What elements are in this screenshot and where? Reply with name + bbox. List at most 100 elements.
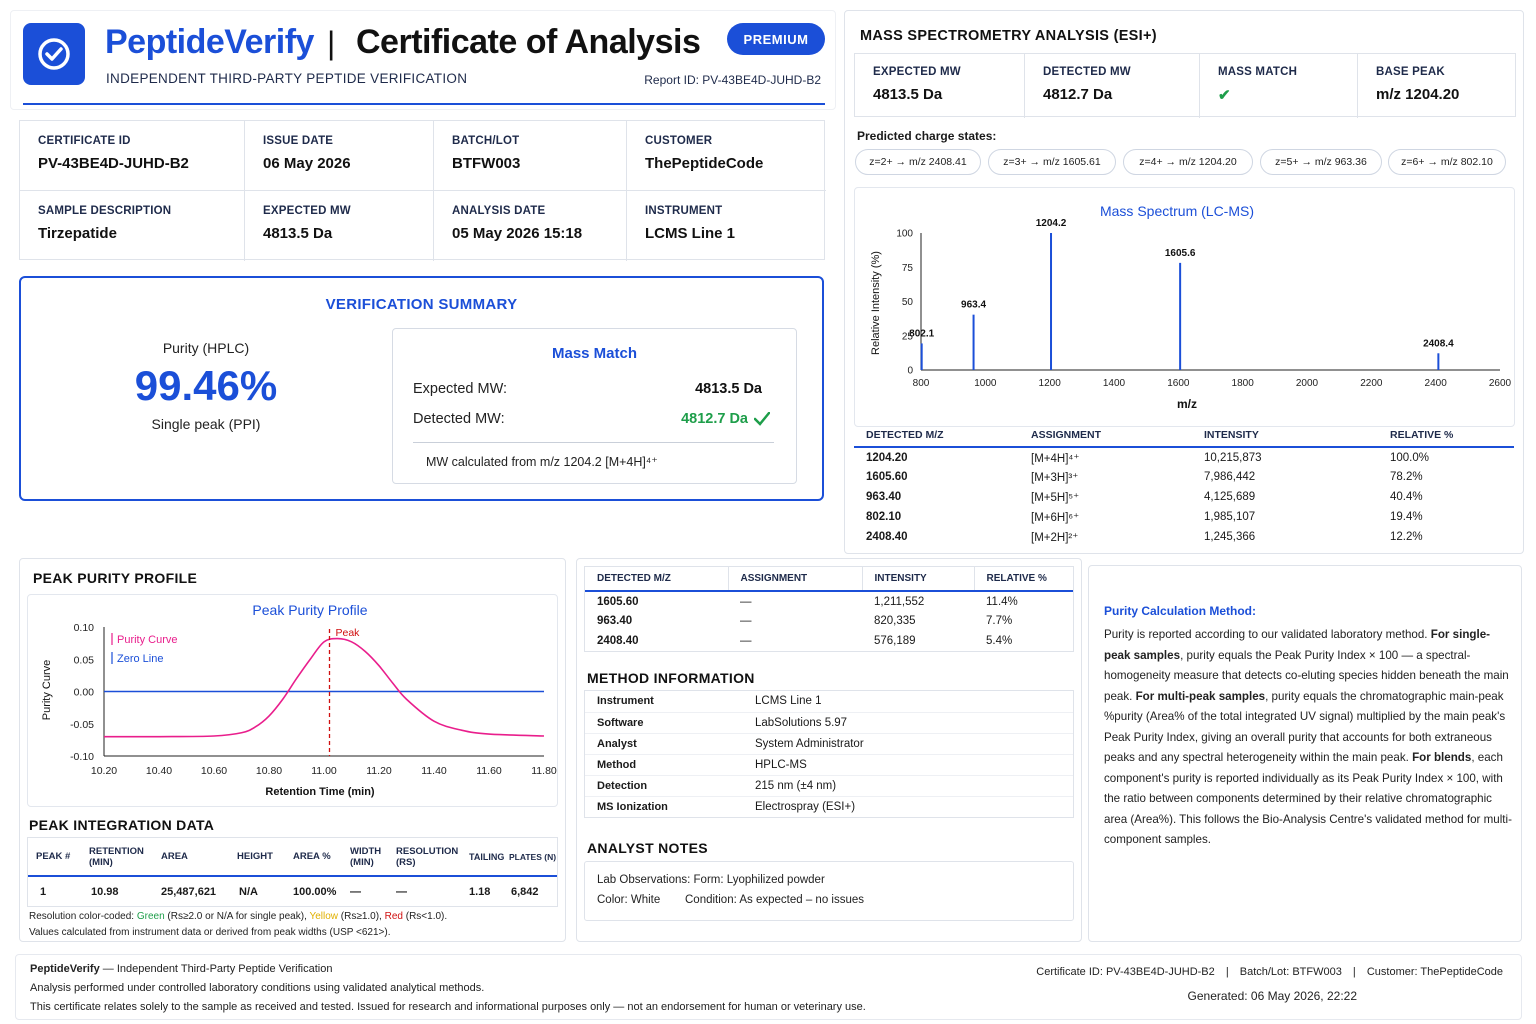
x-tick-label: 11.80 <box>531 765 557 777</box>
ms-stat: BASE PEAK m/z 1204.20 <box>1376 66 1460 103</box>
notes-line: Lab Observations: Form: Lyophilized powd… <box>597 874 825 886</box>
charge-state-pill: z=4+ → m/z 1204.20 <box>1123 149 1253 175</box>
mass-spectrum-chart: Mass Spectrum (LC-MS) Relative Intensity… <box>854 187 1515 427</box>
charge-state-pill: z=5+ → m/z 963.36 <box>1260 149 1382 175</box>
peak-label: 963.4 <box>961 300 986 311</box>
method-row: MS Ionization Electrospray (ESI+) <box>597 800 856 813</box>
col-header: DETECTED M/Z <box>866 428 944 441</box>
footer-line2: Analysis performed under controlled labo… <box>30 982 485 994</box>
brand-name: PeptideVerify <box>105 23 314 61</box>
x-tick-label: 2000 <box>1296 378 1319 389</box>
summary-title: VERIFICATION SUMMARY <box>325 296 518 313</box>
method-row: Analyst System Administrator <box>585 733 1073 754</box>
purity-note: Single peak (PPI) <box>151 416 261 432</box>
header-panel: PeptideVerify | Certificate of Analysis … <box>10 10 836 110</box>
footer-meta: Certificate ID: PV-43BE4D-JUHD-B2 | Batc… <box>1036 966 1503 978</box>
x-tick-label: 1400 <box>1103 378 1126 389</box>
analyst-notes-box: Lab Observations: Form: Lyophilized powd… <box>584 861 1074 921</box>
table-row: 963.40 [M+5H]⁵⁺ 4,125,689 40.4% <box>866 491 1423 504</box>
x-tick-label: 2400 <box>1425 378 1448 389</box>
col-header: RELATIVE % <box>1390 428 1454 441</box>
col-header: WIDTH (MIN) <box>350 845 382 868</box>
method-title: METHOD INFORMATION <box>587 670 755 686</box>
title-divider: | <box>327 25 336 61</box>
footer-line3: This certificate relates solely to the s… <box>30 1001 866 1013</box>
x-tick-label: 11.00 <box>311 765 337 777</box>
y-tick-label: 0.00 <box>74 687 95 699</box>
ms-title: MASS SPECTROMETRY ANALYSIS (ESI+) <box>860 28 1157 44</box>
method-panel: DETECTED M/Z ASSIGNMENT INTENSITY RELATI… <box>576 558 1082 942</box>
purity-method-title: Purity Calculation Method: <box>1104 604 1257 618</box>
col-header: ASSIGNMENT <box>728 567 863 591</box>
footer-generated: Generated: 06 May 2026, 22:22 <box>1187 989 1357 1003</box>
info-cell: SAMPLE DESCRIPTION Tirzepatide <box>20 191 245 261</box>
ms-stats-grid: EXPECTED MW 4813.5 Da DETECTED MW 4812.7 D… <box>854 53 1516 118</box>
ms-stat: MASS MATCH ✔ <box>1200 54 1358 118</box>
legend-purity-curve: Purity Curve <box>117 634 178 646</box>
peak-label: 802.1 <box>909 328 934 339</box>
usp-note: Values calculated from instrument data o… <box>29 927 391 938</box>
col-header: AREA % <box>293 851 331 862</box>
calc-note: MW calculated from m/z 1204.2 [M+4H]⁴⁺ <box>426 455 658 469</box>
check-icon <box>754 412 770 426</box>
method-row: Instrument LCMS Line 1 <box>585 691 1073 712</box>
notes-color: Color: White <box>597 894 661 906</box>
footer: PeptideVerify — Independent Third-Party … <box>15 954 1522 1020</box>
peak-purity-title: PEAK PURITY PROFILE <box>33 570 198 586</box>
additional-peaks-table: DETECTED M/Z ASSIGNMENT INTENSITY RELATI… <box>584 566 1074 652</box>
certificate-info-grid: CERTIFICATE ID PV-43BE4D-JUHD-B2 ISSUE DA… <box>19 120 826 261</box>
y-tick-label: 0 <box>907 366 913 377</box>
col-header: ASSIGNMENT <box>1031 428 1102 441</box>
header-rule <box>23 103 825 105</box>
x-tick-label: 10.20 <box>91 765 117 777</box>
charge-state-pill: z=3+ → m/z 1605.61 <box>988 149 1116 175</box>
info-cell: EXPECTED MW 4813.5 Da <box>245 191 434 261</box>
notes-title: ANALYST NOTES <box>587 840 708 856</box>
peak-purity-chart: Peak Purity Profile Purity Curve Retenti… <box>27 594 558 807</box>
x-axis-label: m/z <box>1177 397 1197 411</box>
peak-label: 1605.6 <box>1165 248 1196 259</box>
peak-label: 2408.4 <box>1423 338 1454 349</box>
purity-curve <box>103 637 545 738</box>
purity-method-text: Purity is reported according to our vali… <box>1104 628 1512 846</box>
x-tick-label: 11.40 <box>421 765 447 777</box>
integration-table: PEAK # RETENTION (MIN) AREA HEIGHT AREA … <box>27 837 558 907</box>
x-tick-label: 1800 <box>1232 378 1255 389</box>
mass-match-title: Mass Match <box>551 345 638 362</box>
ms-stat: DETECTED MW 4812.7 Da <box>1025 54 1200 118</box>
table-row: 1 10.98 25,487,621 N/A 100.00% — — 1.18 … <box>40 885 539 898</box>
col-header: TAILING <box>469 851 505 862</box>
table-row: 2408.40 [M+2H]²⁺ 1,245,366 12.2% <box>866 531 1423 544</box>
col-header: INTENSITY <box>1204 428 1259 441</box>
col-header: RESOLUTION (RS) <box>396 845 459 868</box>
detected-mw-label: Detected MW: <box>413 411 505 427</box>
col-header: PEAK # <box>36 851 71 862</box>
charge-state-pill: z=2+ → m/z 2408.41 <box>855 149 981 175</box>
method-row: Detection 215 nm (±4 nm) <box>585 775 1073 796</box>
col-header: PLATES (N) <box>509 851 557 862</box>
info-cell: INSTRUMENT LCMS Line 1 <box>645 205 736 242</box>
table-row: 1605.60—1,211,552 11.4% <box>597 595 1018 608</box>
mass-match-check-icon: ✔ <box>1218 87 1231 104</box>
x-tick-label: 10.40 <box>146 765 172 777</box>
x-tick-label: 2600 <box>1489 378 1512 389</box>
x-tick-label: 11.60 <box>476 765 502 777</box>
method-row: Software LabSolutions 5.97 <box>585 712 1073 733</box>
expected-mw-label: Expected MW: <box>413 381 508 397</box>
col-header: AREA <box>161 851 188 862</box>
mass-match-box: Mass Match Expected MW: 4813.5 Da Detect… <box>392 328 797 484</box>
page-subtitle: INDEPENDENT THIRD-PARTY PEPTIDE VERIFICA… <box>106 71 468 86</box>
info-cell: ISSUE DATE 06 May 2026 <box>245 121 434 191</box>
mass-spec-panel: MASS SPECTROMETRY ANALYSIS (ESI+) EXPECT… <box>844 10 1524 554</box>
x-tick-label: 1600 <box>1167 378 1190 389</box>
x-tick-label: 10.60 <box>201 765 227 777</box>
y-tick-label: 0.10 <box>74 622 95 634</box>
purity-method-panel: Purity Calculation Method: Purity is rep… <box>1088 565 1522 942</box>
info-cell: BATCH/LOT BTFW003 <box>434 121 627 191</box>
notes-condition: Condition: As expected – no issues <box>685 894 865 906</box>
y-tick-label: 100 <box>896 229 913 240</box>
y-tick-label: 0.05 <box>74 654 95 666</box>
info-cell: ANALYSIS DATE 05 May 2026 15:18 <box>434 191 627 261</box>
logo <box>23 23 85 85</box>
col-header: RETENTION (MIN) <box>89 845 144 868</box>
